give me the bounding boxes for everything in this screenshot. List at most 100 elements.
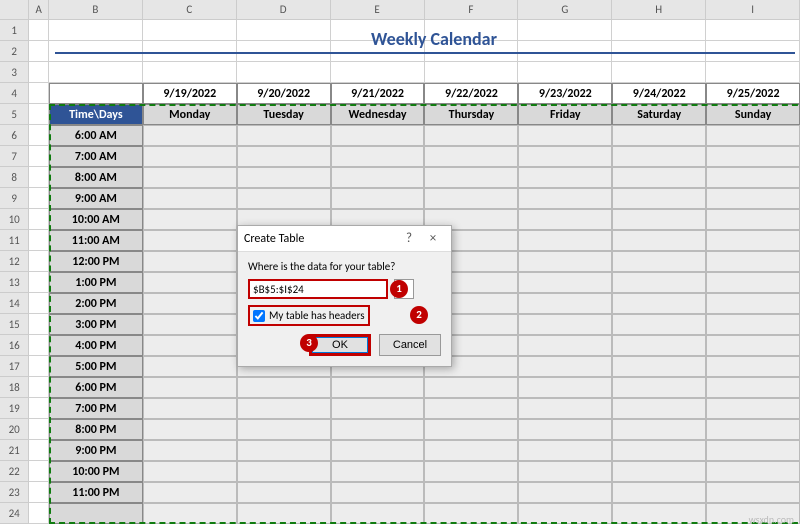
cell[interactable]: [612, 251, 706, 272]
cell[interactable]: [143, 314, 237, 335]
cell[interactable]: [706, 440, 800, 461]
col-header[interactable]: A: [29, 0, 49, 19]
col-header[interactable]: G: [518, 0, 612, 19]
cell[interactable]: [143, 482, 237, 503]
time-label[interactable]: 11:00 PM: [49, 482, 143, 503]
cell[interactable]: [29, 125, 49, 146]
time-label[interactable]: 7:00 AM: [49, 146, 143, 167]
cell[interactable]: [518, 503, 612, 524]
cell[interactable]: [143, 440, 237, 461]
cell[interactable]: [518, 251, 612, 272]
cell[interactable]: [612, 125, 706, 146]
time-label[interactable]: 8:00 PM: [49, 419, 143, 440]
day-header[interactable]: Tuesday: [237, 104, 331, 125]
cell[interactable]: [143, 146, 237, 167]
cell[interactable]: [29, 440, 49, 461]
time-label[interactable]: 10:00 AM: [49, 209, 143, 230]
row-header[interactable]: 24: [0, 503, 29, 524]
row-header[interactable]: 13: [0, 272, 29, 293]
cell[interactable]: [237, 125, 331, 146]
cell[interactable]: [29, 104, 49, 125]
col-header[interactable]: E: [331, 0, 425, 19]
cell[interactable]: [706, 209, 800, 230]
cell[interactable]: [331, 461, 425, 482]
row-header[interactable]: 14: [0, 293, 29, 314]
help-button[interactable]: ?: [397, 226, 421, 252]
cell[interactable]: [143, 461, 237, 482]
cell[interactable]: [518, 209, 612, 230]
cell[interactable]: [518, 146, 612, 167]
cell[interactable]: [29, 62, 49, 83]
cell[interactable]: 9/19/2022: [143, 83, 237, 104]
cell[interactable]: [331, 419, 425, 440]
cell[interactable]: [331, 146, 425, 167]
cell[interactable]: [612, 503, 706, 524]
cell[interactable]: [706, 398, 800, 419]
cell[interactable]: [518, 230, 612, 251]
cell[interactable]: [424, 167, 518, 188]
cell[interactable]: [706, 335, 800, 356]
time-label[interactable]: 6:00 AM: [49, 125, 143, 146]
cell[interactable]: [29, 314, 49, 335]
cell[interactable]: [237, 188, 331, 209]
cell[interactable]: [612, 62, 706, 83]
cell[interactable]: [612, 272, 706, 293]
cell[interactable]: [706, 293, 800, 314]
cell[interactable]: [706, 62, 800, 83]
cell[interactable]: [518, 356, 612, 377]
close-button[interactable]: ×: [421, 226, 445, 252]
time-label[interactable]: 6:00 PM: [49, 377, 143, 398]
row-header[interactable]: 9: [0, 188, 29, 209]
cell[interactable]: [612, 440, 706, 461]
select-all-corner[interactable]: [0, 0, 29, 19]
cell[interactable]: [237, 440, 331, 461]
cell[interactable]: 9/20/2022: [237, 83, 331, 104]
corner-label[interactable]: Time\Days: [49, 104, 143, 125]
cell[interactable]: [706, 356, 800, 377]
cell[interactable]: [29, 461, 49, 482]
cell[interactable]: [331, 482, 425, 503]
time-label[interactable]: 7:00 PM: [49, 398, 143, 419]
cell[interactable]: [143, 272, 237, 293]
cell[interactable]: [237, 167, 331, 188]
cell[interactable]: [331, 188, 425, 209]
col-header[interactable]: F: [425, 0, 519, 19]
day-header[interactable]: Saturday: [612, 104, 706, 125]
cell[interactable]: [29, 482, 49, 503]
cell[interactable]: [425, 62, 519, 83]
cell[interactable]: [518, 335, 612, 356]
cell[interactable]: [331, 125, 425, 146]
cell[interactable]: [29, 419, 49, 440]
cell[interactable]: [518, 314, 612, 335]
cell[interactable]: [29, 188, 49, 209]
cell[interactable]: [237, 146, 331, 167]
cell[interactable]: [331, 167, 425, 188]
cell[interactable]: [424, 146, 518, 167]
cell[interactable]: [424, 188, 518, 209]
cell[interactable]: [331, 377, 425, 398]
col-header[interactable]: D: [237, 0, 331, 19]
cell[interactable]: [706, 272, 800, 293]
row-header[interactable]: 3: [0, 62, 29, 83]
cell[interactable]: [518, 272, 612, 293]
cell[interactable]: [29, 335, 49, 356]
cell[interactable]: 9/25/2022: [706, 83, 800, 104]
day-header[interactable]: Monday: [143, 104, 237, 125]
cell[interactable]: [29, 41, 49, 62]
row-header[interactable]: 7: [0, 146, 29, 167]
cell[interactable]: [518, 125, 612, 146]
cell[interactable]: [706, 482, 800, 503]
row-header[interactable]: 18: [0, 377, 29, 398]
row-header[interactable]: 2: [0, 41, 29, 62]
cell[interactable]: [237, 62, 331, 83]
cell[interactable]: [237, 503, 331, 524]
cell[interactable]: [29, 293, 49, 314]
cell[interactable]: [518, 293, 612, 314]
time-label[interactable]: 10:00 PM: [49, 461, 143, 482]
cell[interactable]: [143, 251, 237, 272]
cell[interactable]: [424, 398, 518, 419]
row-header[interactable]: 15: [0, 314, 29, 335]
row-header[interactable]: 16: [0, 335, 29, 356]
cell[interactable]: [612, 230, 706, 251]
cell[interactable]: [29, 398, 49, 419]
